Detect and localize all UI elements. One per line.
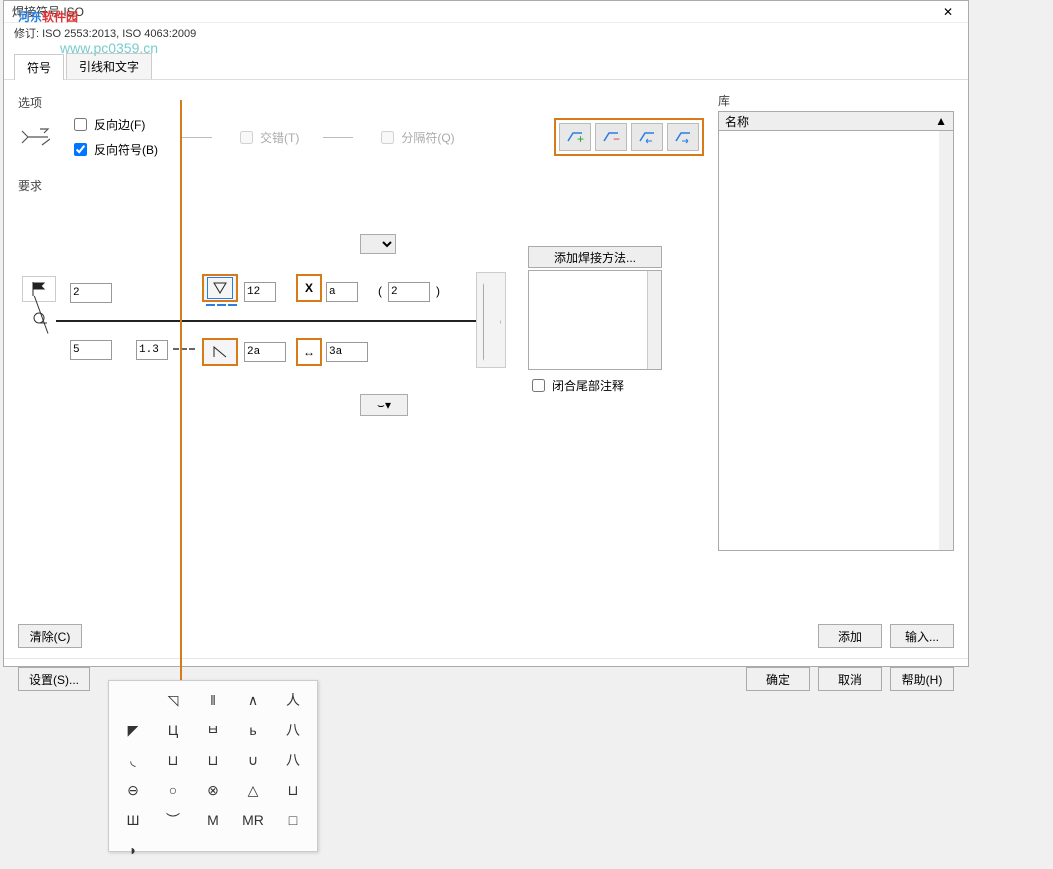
field-bottom-left[interactable]	[70, 340, 112, 360]
symbol-picker-cell[interactable]: ◗	[113, 835, 153, 865]
reverse-side-checkbox[interactable]: 反向边(F)	[70, 115, 158, 134]
tab-symbol[interactable]: 符号	[14, 54, 64, 80]
symbol-picker-cell[interactable]	[193, 835, 233, 865]
symbol-picker-cell[interactable]: ь	[233, 715, 273, 745]
symbol-picker-cell[interactable]: ◟	[113, 745, 153, 775]
ok-button[interactable]: 确定	[746, 667, 810, 691]
titlebar: 焊接符号 ISO ✕	[4, 1, 968, 23]
sort-arrow-icon: ▲	[935, 114, 947, 128]
toolbar-remove-button[interactable]: −	[595, 123, 627, 151]
tab-bar: 符号 引线和文字	[4, 47, 968, 80]
symbol-picker-cell[interactable]: ∪	[233, 745, 273, 775]
weld-symbol-dialog: 焊接符号 ISO ✕ 修订: ISO 2553:2013, ISO 4063:2…	[3, 0, 969, 667]
other-side-symbol-button[interactable]	[202, 338, 238, 366]
svg-text:−: −	[613, 132, 620, 144]
divider-1	[182, 137, 212, 138]
symbol-picker-cell[interactable]: ○	[153, 775, 193, 805]
divider-2	[323, 137, 353, 138]
symbol-picker-cell[interactable]	[233, 835, 273, 865]
symbol-picker-cell[interactable]: □	[273, 805, 313, 835]
requirements-label: 要求	[18, 173, 704, 198]
options-label: 选项	[18, 90, 704, 115]
symbol-toolbar: + −	[554, 118, 704, 156]
toolbar-left-button[interactable]	[631, 123, 663, 151]
symbol-picker-cell[interactable]: Ц	[153, 715, 193, 745]
multiply-symbol-button[interactable]: X	[296, 274, 322, 302]
arrow-side-symbol-button[interactable]	[202, 274, 238, 302]
field-top-count[interactable]	[244, 282, 276, 302]
toolbar-right-button[interactable]	[667, 123, 699, 151]
symbol-picker-cell[interactable]: ⊗	[193, 775, 233, 805]
symbol-picker-cell[interactable]: ⊖	[113, 775, 153, 805]
symbol-picker-cell[interactable]: ㅂ	[193, 715, 233, 745]
field-top-spacing[interactable]	[326, 282, 358, 302]
help-button[interactable]: 帮助(H)	[890, 667, 954, 691]
tab-leader-text[interactable]: 引线和文字	[66, 53, 152, 79]
symbol-picker-cell[interactable]: 八	[273, 745, 313, 775]
paren-close: )	[436, 284, 440, 298]
field-bottom-count[interactable]	[244, 342, 286, 362]
symbol-picker-cell[interactable]: △	[233, 775, 273, 805]
symbol-picker-cell[interactable]	[153, 835, 193, 865]
symbol-picker-cell[interactable]: ‖	[193, 685, 233, 715]
divider-checkbox: 分隔符(Q)	[377, 128, 454, 147]
field-bottom-spacing[interactable]	[326, 342, 368, 362]
symbol-picker-cell[interactable]: ◤	[113, 715, 153, 745]
flag-icon[interactable]	[22, 276, 56, 302]
symbol-picker-popup: ◹‖∧人◤Цㅂь八◟⊔⊔∪八⊖○⊗△⊔Ш︶MMR□◗	[108, 680, 318, 852]
span-symbol-button[interactable]: ↔	[296, 338, 322, 366]
stagger-checkbox: 交错(T)	[236, 128, 299, 147]
paren-open: (	[378, 284, 382, 298]
dash-indicator-bottom	[173, 348, 195, 350]
import-button[interactable]: 输入...	[890, 624, 954, 648]
requirements-area: X ( ) ↔ ⌣ ▾ 添加焊接方法... 闭合尾部注释	[18, 218, 704, 498]
direction-toggle[interactable]	[476, 272, 506, 368]
library-column-name: 名称	[725, 113, 749, 130]
add-button[interactable]: 添加	[818, 624, 882, 648]
weld-preview-icon	[18, 120, 52, 154]
symbol-picker-cell[interactable]: Ш	[113, 805, 153, 835]
revision-label: 修订: ISO 2553:2013, ISO 4063:2009	[4, 23, 968, 43]
symbol-picker-cell[interactable]	[273, 835, 313, 865]
close-tail-checkbox[interactable]: 闭合尾部注释	[528, 376, 624, 395]
symbol-picker-cell[interactable]: ∧	[233, 685, 273, 715]
close-button[interactable]: ✕	[936, 1, 960, 22]
symbol-picker-cell[interactable]: MR	[233, 805, 273, 835]
symbol-picker-cell[interactable]: ⊔	[193, 745, 233, 775]
symbol-picker-cell[interactable]	[113, 685, 153, 715]
weld-method-list[interactable]	[528, 270, 662, 370]
add-weld-method-button[interactable]: 添加焊接方法...	[528, 246, 662, 268]
contour-dropdown[interactable]: ⌣ ▾	[360, 394, 408, 416]
library-list[interactable]	[718, 131, 954, 551]
library-label: 库	[718, 90, 954, 111]
dash-indicator-top	[206, 304, 237, 306]
settings-button[interactable]: 设置(S)...	[18, 667, 90, 691]
field-top-pitch[interactable]	[388, 282, 430, 302]
symbol-picker-cell[interactable]: ︶	[153, 805, 193, 835]
library-scrollbar[interactable]	[939, 131, 953, 550]
window-title: 焊接符号 ISO	[12, 1, 84, 22]
svg-text:+: +	[577, 132, 584, 144]
field-bottom-left2[interactable]	[136, 340, 168, 360]
symbol-picker-cell[interactable]: 八	[273, 715, 313, 745]
symbol-picker-cell[interactable]: 人	[273, 685, 313, 715]
symbol-picker-cell[interactable]: ⊔	[273, 775, 313, 805]
reverse-symbol-checkbox[interactable]: 反向符号(B)	[70, 140, 158, 159]
reference-line	[56, 320, 476, 322]
method-scrollbar[interactable]	[647, 271, 661, 369]
symbol-picker-cell[interactable]: ◹	[153, 685, 193, 715]
field-top-left[interactable]	[70, 283, 112, 303]
symbol-picker-cell[interactable]: M	[193, 805, 233, 835]
cancel-button[interactable]: 取消	[818, 667, 882, 691]
symbol-picker-cell[interactable]: ⊔	[153, 745, 193, 775]
toolbar-add-button[interactable]: +	[559, 123, 591, 151]
clear-button[interactable]: 清除(C)	[18, 624, 82, 648]
top-symbol-dropdown[interactable]	[360, 234, 396, 254]
library-header[interactable]: 名称 ▲	[718, 111, 954, 131]
